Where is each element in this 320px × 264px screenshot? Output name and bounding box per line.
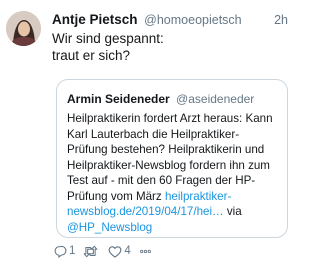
timestamp[interactable]: 2h — [274, 10, 288, 30]
quoted-tweet[interactable]: Armin Seideneder @aseideneder Heilprakti… — [56, 79, 288, 238]
reply-button[interactable]: 1 — [54, 245, 75, 258]
tweet-text: Wir sind gespannt: traut er sich? — [52, 31, 164, 63]
via-mention-link[interactable]: @HP_Newsblog — [67, 221, 152, 234]
avatar-photo — [6, 11, 41, 46]
via-label: via — [223, 205, 242, 218]
quoted-tweet-text: Heilpraktikerin fordert Arzt heraus: Kan… — [67, 111, 277, 235]
reply-icon — [54, 245, 67, 258]
tweet-card[interactable]: Antje Pietsch @homoeopietsch 2h Wir sind… — [0, 0, 300, 264]
like-button[interactable]: 4 — [108, 245, 131, 258]
quoted-author-name: Armin Seideneder — [67, 92, 170, 106]
author-name[interactable]: Antje Pietsch — [52, 12, 138, 27]
heart-icon — [108, 245, 122, 258]
avatar[interactable] — [6, 11, 41, 46]
retweet-icon — [84, 245, 98, 257]
tweet-actions: 1 4 — [54, 243, 160, 259]
tweet-header: Antje Pietsch @homoeopietsch — [52, 10, 292, 30]
more-button[interactable] — [139, 245, 152, 258]
quoted-tweet-header: Armin Seideneder @aseideneder — [67, 90, 277, 108]
more-icon — [139, 249, 151, 253]
reply-count: 1 — [69, 245, 76, 257]
quoted-author-handle: @aseideneder — [176, 92, 255, 106]
author-handle[interactable]: @homoeopietsch — [144, 13, 241, 27]
retweet-button[interactable] — [83, 245, 100, 258]
like-count: 4 — [124, 245, 131, 257]
